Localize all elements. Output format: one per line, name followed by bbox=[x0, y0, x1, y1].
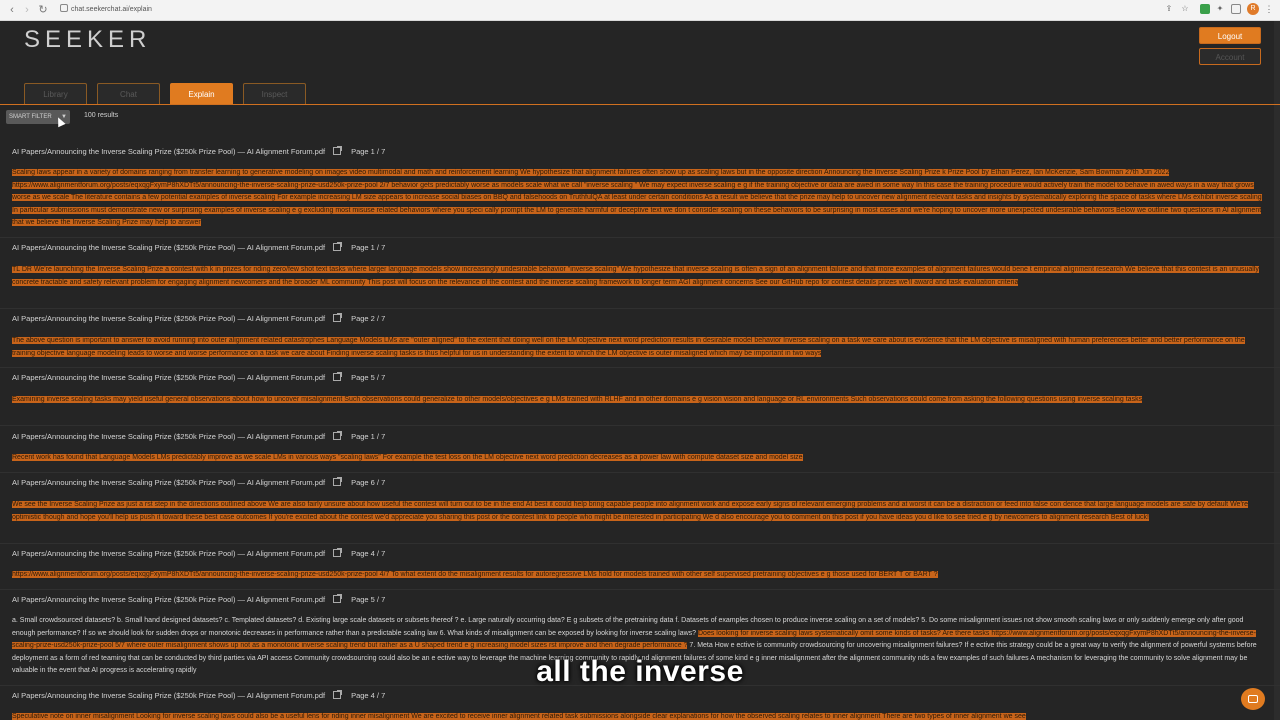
result-page: Page 1 / 7 bbox=[351, 243, 386, 252]
browser-toolbar: ‹ › ↻ chat.seekerchat.ai/explain ⇪ ☆ ✦ R… bbox=[0, 0, 1280, 21]
result-title[interactable]: AI Papers/Announcing the Inverse Scaling… bbox=[12, 478, 325, 487]
tab-underline bbox=[0, 104, 1280, 105]
result-page: Page 4 / 7 bbox=[351, 691, 386, 700]
lock-icon bbox=[60, 4, 68, 12]
highlighted-text: Recent work has found that Language Mode… bbox=[12, 454, 803, 461]
result-header: AI Papers/Announcing the Inverse Scaling… bbox=[12, 690, 385, 702]
tab-inspect[interactable]: Inspect bbox=[243, 83, 306, 105]
open-external-icon[interactable] bbox=[333, 313, 343, 322]
tab-library[interactable]: Library bbox=[24, 83, 87, 105]
result-page: Page 6 / 7 bbox=[351, 478, 386, 487]
result-header: AI Papers/Announcing the Inverse Scaling… bbox=[12, 431, 385, 443]
result-page: Page 2 / 7 bbox=[351, 314, 386, 323]
result-title[interactable]: AI Papers/Announcing the Inverse Scaling… bbox=[12, 432, 325, 441]
result-header: AI Papers/Announcing the Inverse Scaling… bbox=[12, 477, 385, 489]
result-title[interactable]: AI Papers/Announcing the Inverse Scaling… bbox=[12, 373, 325, 382]
result-title[interactable]: AI Papers/Announcing the Inverse Scaling… bbox=[12, 147, 325, 156]
forward-icon[interactable]: › bbox=[20, 3, 34, 17]
open-external-icon[interactable] bbox=[333, 146, 343, 155]
highlighted-text: Speculative note on inner misalignment L… bbox=[12, 713, 1026, 720]
highlighted-text: https://www.alignmentforum.org/posts/eqx… bbox=[12, 571, 938, 578]
divider bbox=[0, 472, 1280, 473]
open-external-icon[interactable] bbox=[333, 548, 343, 557]
divider bbox=[0, 589, 1280, 590]
scrollbar[interactable] bbox=[1274, 21, 1280, 720]
sidepanel-icon[interactable] bbox=[1231, 4, 1241, 14]
smart-filter-label: SMART FILTER bbox=[9, 114, 52, 120]
open-external-icon[interactable] bbox=[333, 242, 343, 251]
profile-avatar[interactable]: R bbox=[1247, 3, 1259, 15]
share-icon[interactable]: ⇪ bbox=[1164, 4, 1174, 14]
result-page: Page 1 / 7 bbox=[351, 147, 386, 156]
result-snippet: Recent work has found that Language Mode… bbox=[12, 452, 1262, 465]
extension-icon[interactable] bbox=[1200, 4, 1210, 14]
result-title[interactable]: AI Papers/Announcing the Inverse Scaling… bbox=[12, 549, 325, 558]
open-external-icon[interactable] bbox=[333, 431, 343, 440]
result-page: Page 4 / 7 bbox=[351, 549, 386, 558]
result-title[interactable]: AI Papers/Announcing the Inverse Scaling… bbox=[12, 243, 325, 252]
divider bbox=[0, 308, 1280, 309]
address-bar[interactable]: chat.seekerchat.ai/explain bbox=[71, 3, 152, 17]
highlighted-text: TL DR We're launching the Inverse Scalin… bbox=[12, 266, 1259, 286]
result-page: Page 1 / 7 bbox=[351, 432, 386, 441]
open-external-icon[interactable] bbox=[333, 372, 343, 381]
result-page: Page 5 / 7 bbox=[351, 595, 386, 604]
open-external-icon[interactable] bbox=[333, 594, 343, 603]
result-title[interactable]: AI Papers/Announcing the Inverse Scaling… bbox=[12, 691, 325, 700]
divider bbox=[0, 425, 1280, 426]
divider bbox=[0, 543, 1280, 544]
result-snippet: Scaling laws appear in a variety of doma… bbox=[12, 167, 1262, 230]
logout-button[interactable]: Logout bbox=[1199, 27, 1261, 44]
result-header: AI Papers/Announcing the Inverse Scaling… bbox=[12, 146, 385, 158]
account-button[interactable]: Account bbox=[1199, 48, 1261, 65]
result-snippet: We see the Inverse Scaling Prize as just… bbox=[12, 499, 1262, 524]
highlighted-text: Scaling laws appear in a variety of doma… bbox=[12, 169, 1262, 226]
results-count: 100 results bbox=[84, 112, 119, 119]
result-header: AI Papers/Announcing the Inverse Scaling… bbox=[12, 313, 385, 325]
open-external-icon[interactable] bbox=[333, 690, 343, 699]
divider bbox=[0, 367, 1280, 368]
chat-bubble-icon[interactable] bbox=[1241, 688, 1265, 710]
tab-explain[interactable]: Explain bbox=[170, 83, 233, 105]
back-icon[interactable]: ‹ bbox=[5, 3, 19, 17]
result-title[interactable]: AI Papers/Announcing the Inverse Scaling… bbox=[12, 314, 325, 323]
highlighted-text: We see the Inverse Scaling Prize as just… bbox=[12, 501, 1249, 521]
video-caption: all the inverse bbox=[536, 655, 744, 688]
highlighted-text: Examining inverse scaling tasks may yiel… bbox=[12, 396, 1143, 403]
puzzle-icon[interactable]: ✦ bbox=[1215, 4, 1225, 14]
highlighted-text: The above question is important to answe… bbox=[12, 337, 1245, 357]
result-title[interactable]: AI Papers/Announcing the Inverse Scaling… bbox=[12, 595, 325, 604]
result-header: AI Papers/Announcing the Inverse Scaling… bbox=[12, 548, 385, 560]
result-snippet: Speculative note on inner misalignment L… bbox=[12, 711, 1262, 720]
result-page: Page 5 / 7 bbox=[351, 373, 386, 382]
result-snippet: TL DR We're launching the Inverse Scalin… bbox=[12, 264, 1262, 289]
app-logo: SEEKER bbox=[24, 26, 152, 53]
result-header: AI Papers/Announcing the Inverse Scaling… bbox=[12, 372, 385, 384]
reload-icon[interactable]: ↻ bbox=[36, 3, 50, 17]
divider bbox=[0, 237, 1280, 238]
tab-chat[interactable]: Chat bbox=[97, 83, 160, 105]
result-header: AI Papers/Announcing the Inverse Scaling… bbox=[12, 242, 385, 254]
result-snippet: Examining inverse scaling tasks may yiel… bbox=[12, 394, 1262, 407]
result-snippet: The above question is important to answe… bbox=[12, 335, 1262, 360]
open-external-icon[interactable] bbox=[333, 477, 343, 486]
result-snippet: https://www.alignmentforum.org/posts/eqx… bbox=[12, 569, 1262, 582]
result-header: AI Papers/Announcing the Inverse Scaling… bbox=[12, 594, 385, 606]
browser-menu-icon[interactable]: ⋮ bbox=[1264, 3, 1274, 15]
bookmark-star-icon[interactable]: ☆ bbox=[1180, 4, 1190, 14]
